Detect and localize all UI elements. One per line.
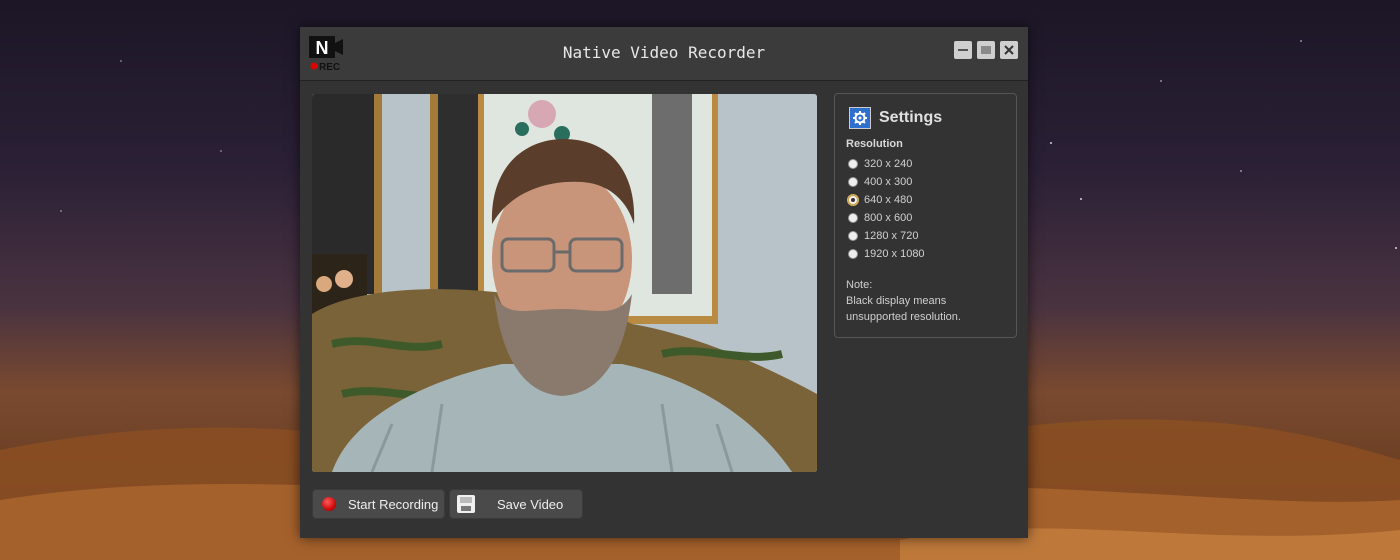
resolution-option-label: 1280 x 720 <box>864 230 919 242</box>
title-bar[interactable]: N REC Native Video Recorder <box>300 27 1028 81</box>
gear-icon <box>849 107 871 129</box>
minimize-button[interactable] <box>954 41 972 59</box>
radio-button[interactable] <box>848 249 858 259</box>
radio-button-selected[interactable] <box>848 195 858 205</box>
settings-header: Settings <box>849 107 942 129</box>
resolution-label: Resolution <box>846 138 903 150</box>
close-icon <box>1004 45 1014 55</box>
resolution-radio-group: 320 x 240 400 x 300 640 x 480 800 x 600 … <box>848 155 925 263</box>
note-line: Black display means <box>846 295 947 307</box>
note-label: Note: <box>846 279 873 291</box>
start-recording-label: Start Recording <box>348 496 439 512</box>
resolution-option-1280x720[interactable]: 1280 x 720 <box>848 227 925 245</box>
svg-text:REC: REC <box>319 62 340 73</box>
save-video-button[interactable]: Save Video <box>449 489 583 519</box>
resolution-option-640x480[interactable]: 640 x 480 <box>848 191 925 209</box>
maximize-icon <box>981 46 991 54</box>
window-title: Native Video Recorder <box>562 43 766 62</box>
resolution-option-label: 320 x 240 <box>864 158 913 170</box>
resolution-option-label: 400 x 300 <box>864 176 913 188</box>
camera-preview <box>312 94 817 472</box>
save-video-label: Save Video <box>497 496 564 512</box>
radio-button[interactable] <box>848 177 858 187</box>
resolution-note: Note: Black display means unsupported re… <box>846 277 961 325</box>
maximize-button[interactable] <box>977 41 995 59</box>
resolution-option-label: 1920 x 1080 <box>864 248 925 260</box>
settings-panel: Settings Resolution 320 x 240 400 x 300 … <box>834 93 1017 338</box>
record-icon <box>322 497 336 511</box>
resolution-option-400x300[interactable]: 400 x 300 <box>848 173 925 191</box>
radio-button[interactable] <box>848 231 858 241</box>
note-line: unsupported resolution. <box>846 311 961 323</box>
settings-title: Settings <box>879 109 943 126</box>
app-window: N REC Native Video Recorder Settings Res… <box>300 27 1028 538</box>
resolution-option-label: 800 x 600 <box>864 212 913 224</box>
resolution-option-320x240[interactable]: 320 x 240 <box>848 155 925 173</box>
resolution-option-label: 640 x 480 <box>864 194 913 206</box>
resolution-option-1920x1080[interactable]: 1920 x 1080 <box>848 245 925 263</box>
start-recording-button[interactable]: Start Recording <box>312 489 445 519</box>
minimize-icon <box>958 49 968 51</box>
radio-button[interactable] <box>848 213 858 223</box>
floppy-icon <box>457 495 475 513</box>
radio-button[interactable] <box>848 159 858 169</box>
resolution-option-800x600[interactable]: 800 x 600 <box>848 209 925 227</box>
close-button[interactable] <box>1000 41 1018 59</box>
